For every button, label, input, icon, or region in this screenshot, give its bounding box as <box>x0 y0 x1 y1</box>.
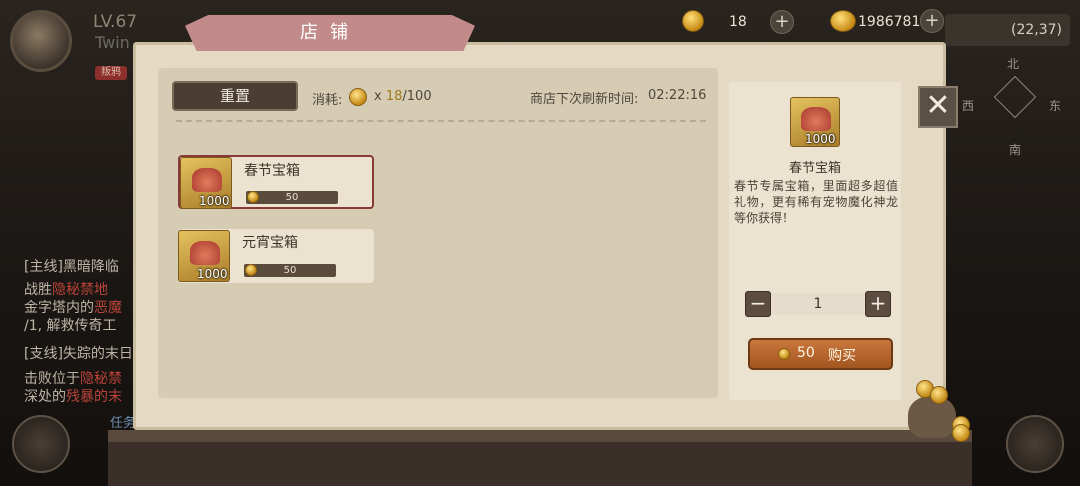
close-button[interactable]: ✕ <box>918 86 958 128</box>
house-icon[interactable] <box>1006 415 1064 473</box>
compass-west: 西 <box>962 99 975 113</box>
gold-count: 1986781 <box>858 14 921 30</box>
quantity-value[interactable]: 1 <box>772 293 864 315</box>
gift-icon <box>190 241 220 265</box>
coin-icon <box>245 264 257 276</box>
shop-item-spring-chest[interactable]: 1000 春节宝箱 50 <box>178 155 374 209</box>
detail-item-name: 春节宝箱 <box>788 161 841 176</box>
coin-icon <box>247 191 259 203</box>
gold-stack-icon <box>830 10 856 32</box>
buy-label: 购买 <box>828 348 856 364</box>
side-quest-line: 深处的残暴的末 <box>24 389 122 405</box>
cost-counter: x 18/100 <box>374 89 432 104</box>
player-name: Twin <box>95 33 130 52</box>
gift-icon <box>192 168 222 192</box>
detail-qty: 1000 <box>805 132 836 146</box>
treasure-chest-icon: 1000 <box>178 230 230 282</box>
item-price: 50 <box>244 264 336 277</box>
map-coordinates: (22,37) <box>945 14 1070 46</box>
compass-east: 东 <box>1049 99 1062 113</box>
increase-quantity-button[interactable]: + <box>865 291 891 317</box>
coin-icon <box>778 348 790 360</box>
side-quest-line: 击败位于隐秘禁 <box>24 371 122 387</box>
item-name: 元宵宝箱 <box>242 235 298 251</box>
decrease-quantity-button[interactable]: − <box>745 291 771 317</box>
panel-base-edge <box>108 430 972 442</box>
coin-count: 18 <box>729 14 747 30</box>
item-name: 春节宝箱 <box>244 163 300 179</box>
detail-chest-icon: 1000 <box>790 97 840 147</box>
gift-icon <box>801 107 831 131</box>
main-quest-line: 金字塔内的恶魔 <box>24 300 122 316</box>
side-quest-title[interactable]: [支线]失踪的末日 <box>24 343 133 363</box>
shop-title: 店铺 <box>300 22 360 43</box>
player-avatar[interactable] <box>10 10 72 72</box>
bottom-left-menu-icon[interactable] <box>12 415 70 473</box>
main-quest-line: 战胜隐秘禁地 <box>24 282 108 298</box>
shop-item-lantern-chest[interactable]: 1000 元宵宝箱 50 <box>178 229 374 283</box>
player-level: LV.67 <box>93 12 138 32</box>
cost-label: 消耗: <box>312 93 343 108</box>
main-quest-line: /1, 解救传奇工 <box>24 318 117 334</box>
player-tag: 叛鸦 <box>95 66 127 80</box>
refresh-time: 02:22:16 <box>648 88 707 103</box>
treasure-chest-icon: 1000 <box>180 157 232 209</box>
coin-sack-icon <box>896 380 974 442</box>
compass-north: 北 <box>1007 57 1020 71</box>
main-quest-title[interactable]: [主线]黑暗降临 <box>24 256 119 276</box>
item-qty: 1000 <box>199 194 230 208</box>
reset-button[interactable]: 重置 <box>172 81 298 111</box>
cost-coin-icon <box>349 88 367 106</box>
item-qty: 1000 <box>197 267 228 281</box>
compass-south: 南 <box>1009 143 1022 157</box>
add-coin-button[interactable]: + <box>770 10 794 34</box>
buy-price: 50 <box>797 345 815 361</box>
item-price: 50 <box>246 191 338 204</box>
add-gold-button[interactable]: + <box>920 9 944 33</box>
divider <box>176 120 706 122</box>
buy-button[interactable]: 50 购买 <box>748 338 893 370</box>
coin-icon <box>682 10 704 32</box>
refresh-label: 商店下次刷新时间: <box>530 92 639 107</box>
detail-description: 春节专属宝箱，里面超多超值礼物，更有稀有宠物魔化神龙等你获得！ <box>734 179 898 225</box>
